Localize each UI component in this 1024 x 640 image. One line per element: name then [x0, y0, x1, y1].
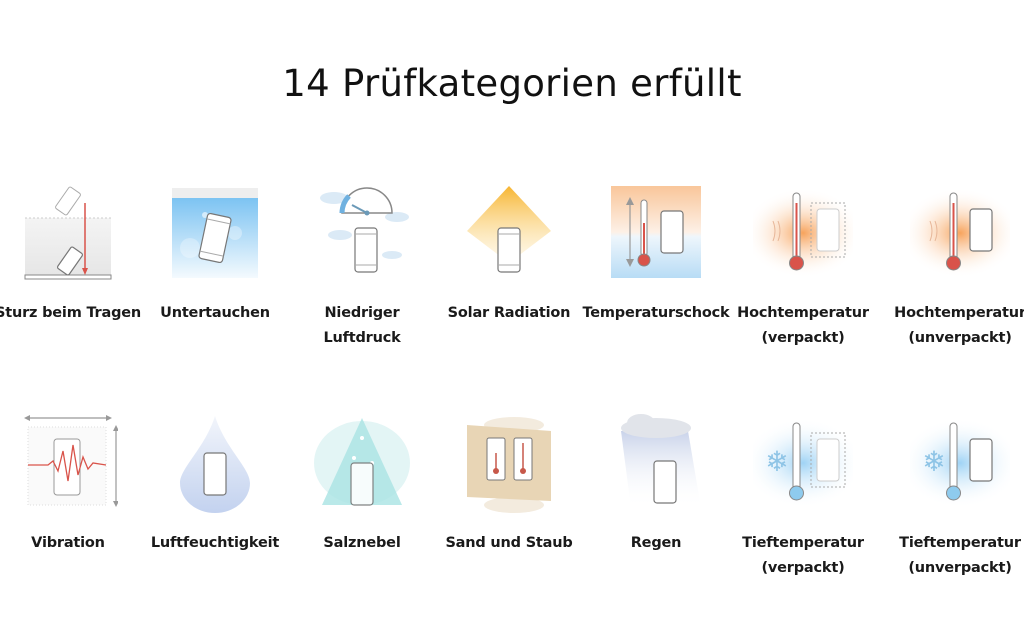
category-label: Hochtemperatur (verpackt): [737, 305, 869, 346]
svg-text:❄: ❄: [922, 445, 945, 478]
category-low-temp-unpacked: ❄ Tieftemperatur (unverpackt): [885, 413, 1024, 581]
category-label: Solar Radiation: [447, 305, 571, 321]
category-vibration: Vibration: [0, 413, 143, 556]
category-low-temp-packed: ❄ Tieftemperatur (verpackt): [728, 413, 878, 581]
category-low-pressure: Niedriger Luftdruck: [287, 183, 437, 351]
category-rain: Regen: [581, 413, 731, 556]
category-label: Vibration: [31, 535, 105, 551]
category-label: Hochtemperatur (unverpackt): [894, 305, 1024, 346]
category-label: Niedriger Luftdruck: [323, 305, 401, 346]
category-thermal-shock: Temperaturschock: [581, 183, 731, 326]
category-humidity: Luftfeuchtigkeit: [140, 413, 290, 556]
category-solar-radiation: Solar Radiation: [434, 183, 584, 326]
rain-icon: [621, 414, 701, 508]
category-label: Salznebel: [323, 535, 401, 551]
drop-test-icon: [24, 186, 112, 280]
low-temp-packed-icon: ❄: [753, 418, 853, 508]
category-submersion: Untertauchen: [140, 183, 290, 326]
category-label: Temperaturschock: [582, 305, 730, 321]
category-drop-test: Sturz beim Tragen: [0, 183, 143, 326]
category-high-temp-packed: Hochtemperatur (verpackt): [728, 183, 878, 351]
category-salt-fog: Salznebel: [287, 413, 437, 556]
test-categories-grid: Sturz beim Tragen Untertauchen Niedriger…: [0, 0, 1024, 640]
high-temp-unpacked-icon: [910, 188, 1010, 278]
category-label: Sturz beim Tragen: [0, 305, 142, 321]
category-label: Sand und Staub: [445, 535, 573, 551]
low-temp-unpacked-icon: ❄: [910, 418, 1010, 508]
category-label: Tieftemperatur (verpackt): [742, 535, 864, 576]
humidity-icon: [180, 416, 250, 513]
category-label: Regen: [630, 535, 682, 551]
thermal-shock-icon: [611, 186, 701, 278]
high-temp-packed-icon: [753, 188, 853, 278]
low-pressure-icon: [320, 187, 409, 273]
solar-radiation-icon: [467, 186, 551, 273]
category-label: Tieftemperatur (unverpackt): [899, 535, 1021, 576]
salt-fog-icon: [314, 418, 410, 506]
category-sand-dust: Sand und Staub: [434, 413, 584, 556]
vibration-icon: [24, 415, 118, 507]
category-label: Untertauchen: [160, 305, 270, 321]
submersion-icon: [172, 188, 258, 278]
category-label: Luftfeuchtigkeit: [150, 535, 280, 551]
svg-text:❄: ❄: [765, 445, 788, 478]
sand-dust-icon: [467, 417, 551, 513]
category-high-temp-unpacked: Hochtemperatur (unverpackt): [885, 183, 1024, 351]
